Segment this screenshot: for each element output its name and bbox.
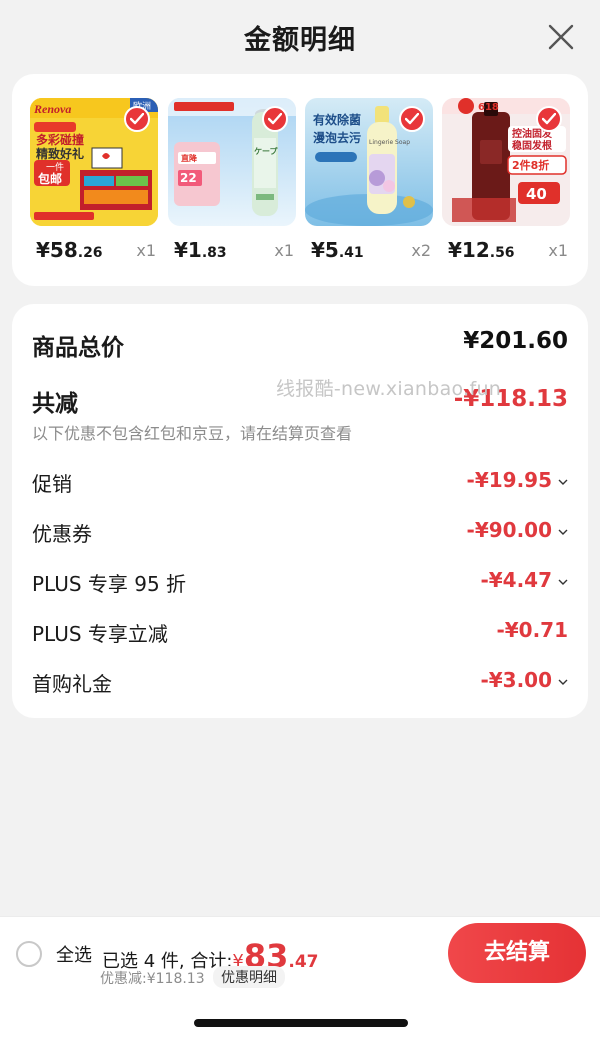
close-icon [548,24,574,50]
product-thumbnail[interactable]: Renova 欧洲 多彩碰撞 精致好礼 一件 包邮 [30,98,158,226]
price-integer: ¥5 [311,238,339,262]
price-summary: 商品总价 ¥201.60 共减 -¥118.13 以下优惠不包含红包和京豆，请在… [12,304,588,718]
product-image-text: 618 [478,102,499,113]
product-image-text: 稳固发根 [512,139,552,152]
watermark: 线报酷-new.xianbao.fun [276,378,502,400]
reduction-note: 以下优惠不包含红包和京豆，请在结算页查看 [32,424,353,443]
discount-item-label: 优惠券 [32,522,92,546]
product-image-text: 漫泡去污 [313,130,361,145]
product-item[interactable]: 有效除菌 漫泡去污 Lingerie Soap ¥5.41 x2 [305,98,433,262]
product-image-text: 精致好礼 [36,146,84,161]
product-image-text: ケープ [254,146,279,156]
price-integer: ¥1 [174,238,202,262]
price-decimal: .83 [201,245,227,261]
total-price-value: ¥201.60 [463,328,568,354]
product-quantity: x2 [411,241,431,260]
product-image-text: 直降 [181,153,198,163]
home-indicator[interactable] [194,1019,408,1027]
discount-item-value: -¥4.47 [480,568,568,592]
select-all-label[interactable]: 全选 [56,941,92,967]
product-thumbnail[interactable]: 618 控油固发 稳固发根 2件8折 40 [442,98,570,226]
discount-item-label: PLUS 专享立减 [32,622,168,646]
product-item[interactable]: 直降 22 ケープ ¥1.83 x1 [168,98,296,262]
discount-item-value: -¥90.00 [467,518,568,542]
product-image-text: 2件8折 [512,158,549,172]
select-all-radio[interactable] [16,941,42,967]
product-image-text: 22 [180,171,197,185]
chevron-down-icon[interactable] [558,527,568,537]
header: 金额明细 [0,0,600,74]
product-price: ¥58.26 [36,238,103,262]
chevron-down-icon[interactable] [558,577,568,587]
product-thumbnail[interactable]: 有效除菌 漫泡去污 Lingerie Soap [305,98,433,226]
discount-item-label: 促销 [32,472,72,496]
checkout-button[interactable]: 去结算 [448,923,586,983]
product-item[interactable]: 618 控油固发 稳固发根 2件8折 40 ¥12.56 x1 [442,98,570,262]
product-list: Renova 欧洲 多彩碰撞 精致好礼 一件 包邮 ¥58.26 x1 [12,74,588,286]
discount-item-label: PLUS 专享 95 折 [32,572,187,596]
product-image-text: Renova [33,102,71,116]
product-image-text: 40 [526,185,547,203]
discount-item-value: -¥19.95 [467,468,568,492]
discount-item-label: 首购礼金 [32,672,112,696]
close-button[interactable] [546,22,576,52]
product-image-text: 有效除菌 [313,112,361,127]
total-decimal: .47 [288,952,319,972]
product-image-text: Lingerie Soap [369,139,410,146]
discount-detail-button[interactable]: 优惠明细 [213,966,285,988]
product-price: ¥5.41 [311,238,364,262]
discount-total: 优惠减:¥118.13 [100,971,205,987]
product-image-text: 多彩碰撞 [36,132,84,147]
chevron-down-icon[interactable] [558,677,568,687]
discount-amount: -¥19.95 [466,468,552,492]
discount-item-value: -¥3.00 [480,668,568,692]
price-decimal: .26 [77,245,103,261]
price-decimal: .41 [338,245,364,261]
chevron-down-icon[interactable] [558,477,568,487]
price-integer: ¥12 [448,238,490,262]
price-decimal: .56 [489,245,515,261]
product-thumbnail[interactable]: 直降 22 ケープ [168,98,296,226]
product-price: ¥1.83 [174,238,227,262]
reduction-label: 共减 [32,391,78,417]
product-image-text: 包邮 [37,171,62,186]
discount-amount: -¥90.00 [466,518,552,542]
discount-amount: -¥4.47 [480,568,552,592]
product-price: ¥12.56 [448,238,515,262]
selected-check-icon[interactable] [536,106,562,132]
product-item[interactable]: Renova 欧洲 多彩碰撞 精致好礼 一件 包邮 ¥58.26 x1 [30,98,158,262]
discount-amount: -¥3.00 [480,668,552,692]
product-quantity: x1 [136,241,156,260]
selected-check-icon[interactable] [262,106,288,132]
page-title: 金额明细 [244,25,356,56]
selected-check-icon[interactable] [124,106,150,132]
price-integer: ¥58 [36,238,78,262]
discount-item-value: -¥0.71 [496,618,568,642]
product-quantity: x1 [274,241,294,260]
total-price-label: 商品总价 [32,335,124,361]
product-quantity: x1 [548,241,568,260]
selected-check-icon[interactable] [399,106,425,132]
